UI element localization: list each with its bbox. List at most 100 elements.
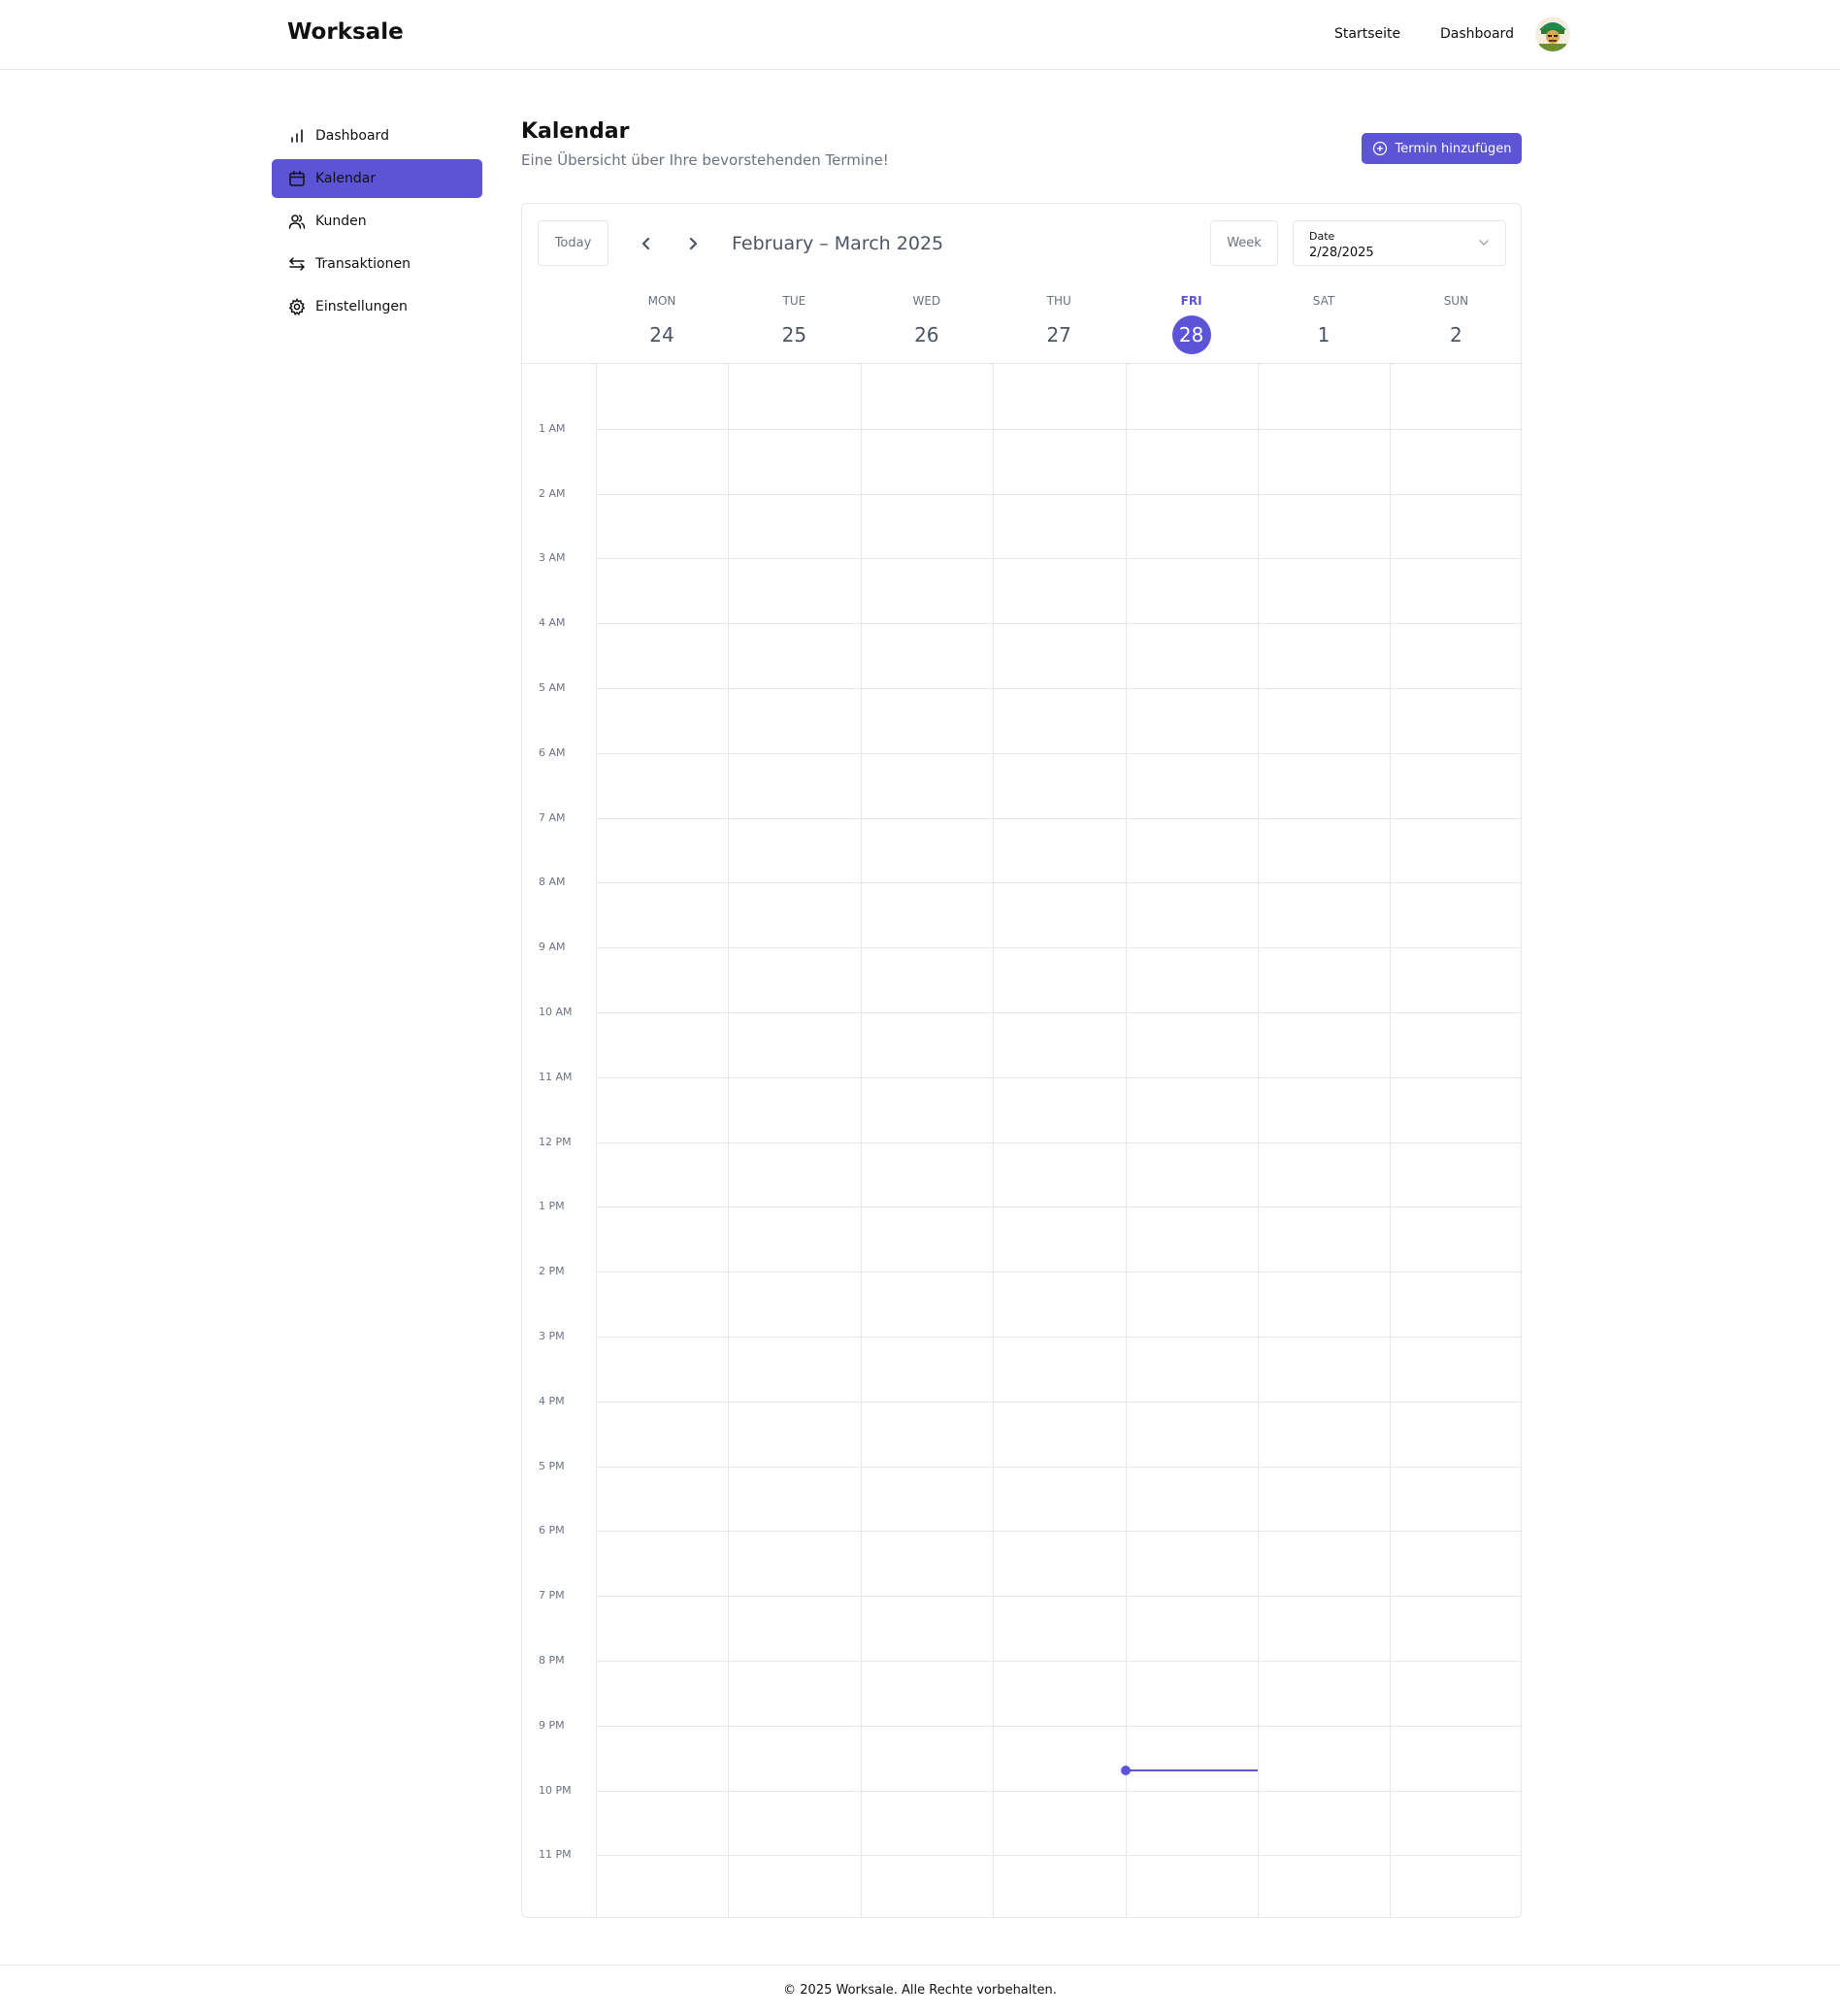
day-column-divider <box>596 364 597 1917</box>
hour-label: 10 PM <box>539 1783 572 1797</box>
sidebar-item-einstellungen[interactable]: Einstellungen <box>272 287 482 326</box>
hour-gridline <box>596 688 1521 689</box>
day-header-sat[interactable]: SAT 1 <box>1258 294 1390 354</box>
day-header-thu[interactable]: THU 27 <box>993 294 1125 354</box>
user-avatar[interactable] <box>1535 17 1570 51</box>
chevron-left-icon <box>641 237 650 250</box>
brand-logo[interactable]: Worksale <box>287 19 404 45</box>
date-field-value: 2/28/2025 <box>1309 246 1374 260</box>
date-range-label: February – March 2025 <box>732 233 944 254</box>
hour-label: 5 PM <box>539 1459 565 1472</box>
sidebar-item-label: Transaktionen <box>315 256 411 272</box>
day-of-week-label: TUE <box>782 294 806 308</box>
day-number[interactable]: 24 <box>642 315 681 354</box>
add-appointment-label: Termin hinzufügen <box>1395 141 1512 156</box>
today-button[interactable]: Today <box>538 220 608 266</box>
hour-label: 9 PM <box>539 1718 565 1732</box>
day-column-divider <box>1258 364 1259 1917</box>
hour-label: 4 PM <box>539 1394 565 1407</box>
day-header-wed[interactable]: WED 26 <box>861 294 993 354</box>
hour-gridline <box>596 1661 1521 1662</box>
date-picker-field[interactable]: Date 2/28/2025 <box>1293 220 1506 266</box>
current-time-indicator <box>1125 1769 1258 1772</box>
top-header: Worksale Startseite Dashboard <box>0 0 1840 70</box>
current-time-dot <box>1120 1766 1131 1776</box>
hour-label: 8 PM <box>539 1654 565 1667</box>
hour-gridline <box>596 1076 1521 1078</box>
sidebar-item-kunden[interactable]: Kunden <box>272 202 482 241</box>
hour-gridline <box>596 817 1521 819</box>
hour-label: 12 PM <box>539 1135 572 1148</box>
sidebar-nav: Dashboard Kalendar Kunden Transaktionen … <box>272 116 482 330</box>
sidebar-item-kalendar[interactable]: Kalendar <box>272 159 482 198</box>
hour-gridline <box>596 1401 1521 1403</box>
day-column-divider <box>728 364 730 1917</box>
day-column-divider <box>860 364 862 1917</box>
hour-gridline <box>596 493 1521 495</box>
hour-label: 6 AM <box>539 745 566 759</box>
day-column-divider <box>1125 364 1127 1917</box>
hour-label: 8 AM <box>539 876 566 889</box>
hour-gridline <box>596 752 1521 754</box>
day-column-divider <box>1390 364 1392 1917</box>
hour-gridline <box>596 623 1521 625</box>
nav-startseite-link[interactable]: Startseite <box>1334 26 1400 42</box>
add-appointment-button[interactable]: Termin hinzufügen <box>1362 133 1522 164</box>
hour-label: 2 AM <box>539 486 566 500</box>
plus-circle-icon <box>1372 141 1387 156</box>
hour-gridline <box>596 428 1521 430</box>
date-field-label: Date <box>1309 230 1335 243</box>
hour-label: 3 PM <box>539 1330 565 1342</box>
view-week-button[interactable]: Week <box>1210 220 1278 266</box>
footer-copyright: © 2025 Worksale. Alle Rechte vorbehalten… <box>783 1983 1057 1998</box>
hour-gridline <box>596 1725 1521 1727</box>
previous-week-button[interactable] <box>636 233 657 254</box>
hour-label: 11 AM <box>539 1070 573 1083</box>
hour-label: 4 AM <box>539 616 566 630</box>
day-of-week-label: MON <box>647 294 676 308</box>
hour-label: 7 AM <box>539 810 566 824</box>
today-date-badge[interactable]: 28 <box>1171 315 1211 354</box>
calendar-icon <box>287 169 307 188</box>
nav-dashboard-link[interactable]: Dashboard <box>1440 26 1514 42</box>
day-number[interactable]: 2 <box>1436 315 1475 354</box>
day-number[interactable]: 25 <box>774 315 813 354</box>
hour-label: 2 PM <box>539 1265 565 1278</box>
day-column-divider <box>993 364 995 1917</box>
hour-label: 6 PM <box>539 1524 565 1537</box>
sidebar-item-transaktionen[interactable]: Transaktionen <box>272 245 482 283</box>
day-header-mon[interactable]: MON 24 <box>596 294 728 354</box>
day-of-week-label: THU <box>1046 294 1071 308</box>
calendar-card: Today February – March 2025 Week Date 2/… <box>521 203 1522 1918</box>
day-number[interactable]: 1 <box>1304 315 1343 354</box>
next-week-button[interactable] <box>682 233 704 254</box>
page-footer: © 2025 Worksale. Alle Rechte vorbehalten… <box>0 1965 1840 2016</box>
bar-chart-icon <box>287 126 307 146</box>
hour-label: 5 AM <box>539 681 566 694</box>
day-number[interactable]: 27 <box>1039 315 1078 354</box>
day-number[interactable]: 26 <box>907 315 946 354</box>
sidebar-item-dashboard[interactable]: Dashboard <box>272 116 482 155</box>
day-of-week-label: FRI <box>1180 294 1202 308</box>
hour-label: 1 AM <box>539 421 566 435</box>
hour-gridline <box>596 947 1521 949</box>
hour-gridline <box>596 558 1521 560</box>
day-header-tue[interactable]: TUE 25 <box>728 294 860 354</box>
gear-icon <box>287 297 307 316</box>
time-grid[interactable]: 1 AM 2 AM 3 AM 4 AM 5 AM 6 AM 7 AM 8 AM 9 AM 10 A… <box>522 363 1521 1917</box>
day-header-sun[interactable]: SUN 2 <box>1390 294 1521 354</box>
hour-gridline <box>596 1206 1521 1208</box>
page-title: Kalendar <box>521 119 630 144</box>
sidebar-item-label: Einstellungen <box>315 299 408 314</box>
sidebar-item-label: Kalendar <box>315 171 377 186</box>
sidebar-item-label: Dashboard <box>315 128 389 144</box>
day-header-fri[interactable]: FRI 28 <box>1126 294 1258 354</box>
hour-gridline <box>596 1337 1521 1338</box>
day-of-week-label: WED <box>912 294 941 308</box>
hour-gridline <box>596 1141 1521 1143</box>
chevron-right-icon <box>689 237 698 250</box>
hour-gridline <box>596 1596 1521 1598</box>
hour-gridline <box>596 882 1521 884</box>
page-subtitle: Eine Übersicht über Ihre bevorstehenden … <box>521 151 889 169</box>
hour-gridline <box>596 1466 1521 1468</box>
